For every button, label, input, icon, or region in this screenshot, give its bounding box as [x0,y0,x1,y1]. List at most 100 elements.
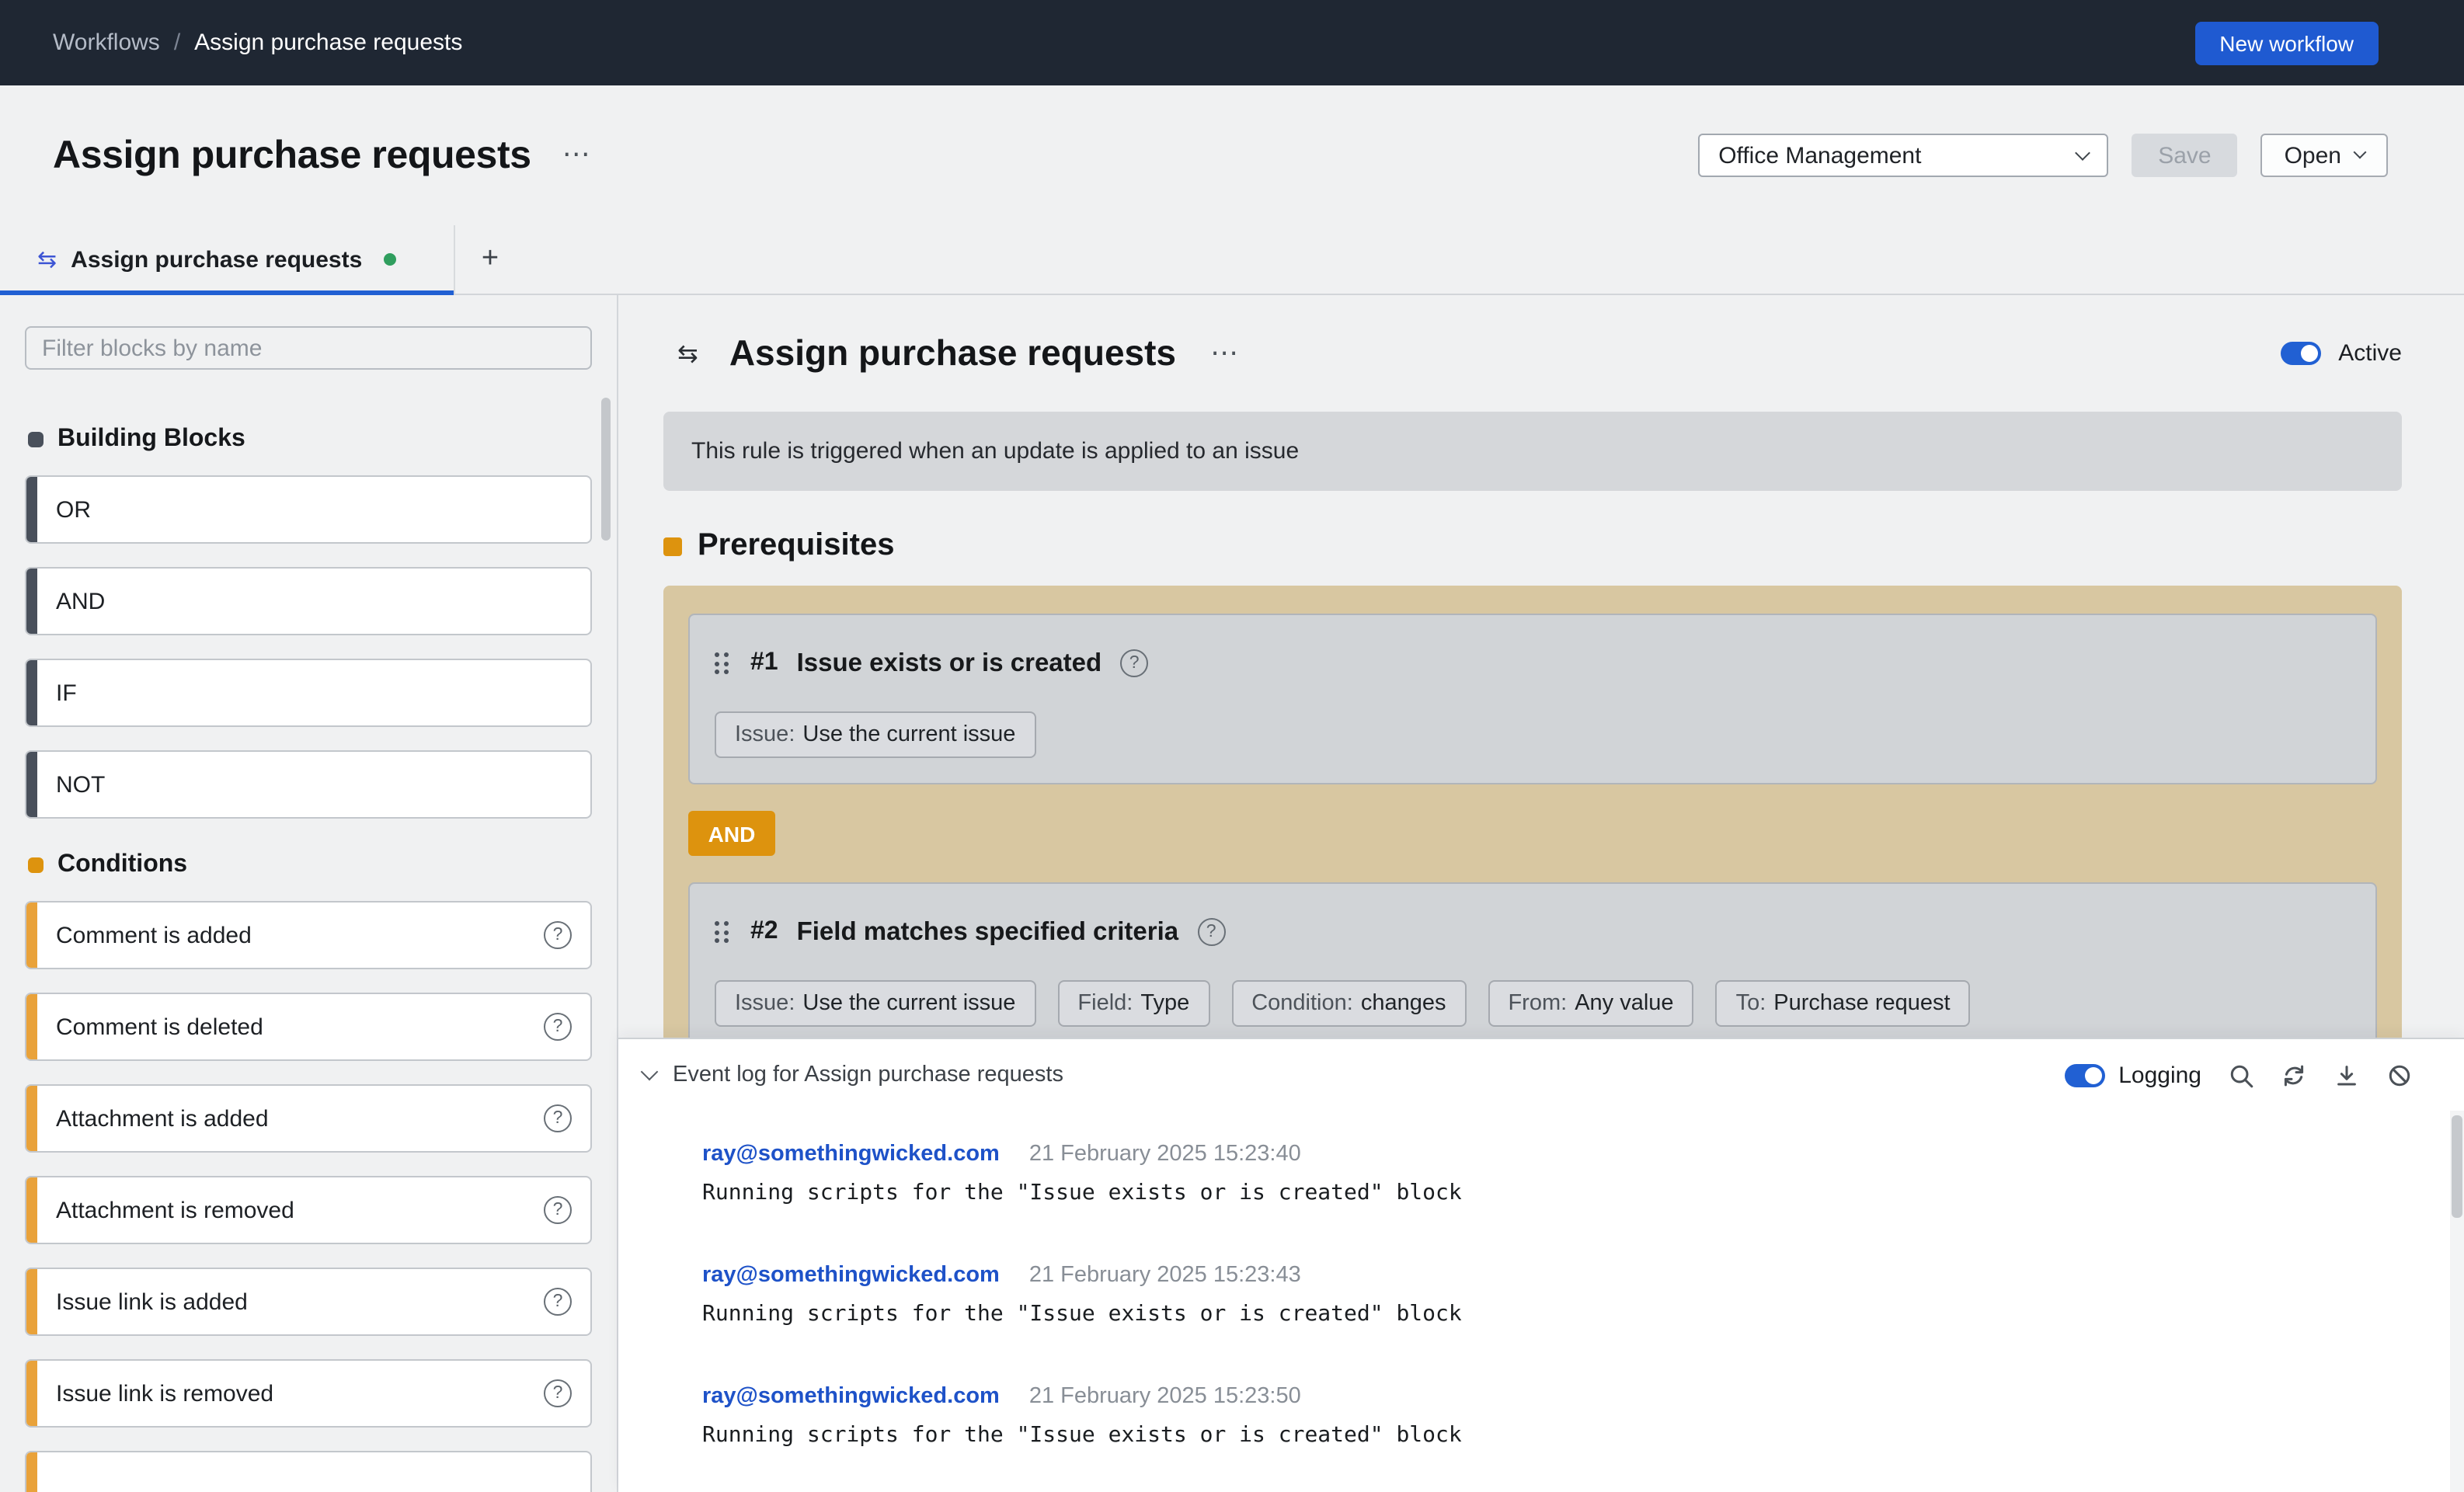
chip-value: Type [1140,991,1189,1016]
and-operator-badge[interactable]: AND [688,811,775,856]
active-toggle[interactable] [2281,342,2321,365]
chip-value: Use the current issue [802,722,1015,747]
rule-title: Issue exists or is created [797,649,1102,678]
user-email-link[interactable]: ray@somethingwicked.com [702,1142,1000,1167]
header-controls: Office Management Save Open [1698,134,2388,177]
log-entry-header: ray@somethingwicked.com 21 February 2025… [702,1263,2464,1288]
clear-log-icon[interactable] [2386,1062,2413,1088]
sidebar-item-comment-is-deleted[interactable]: Comment is deleted ? [25,993,592,1061]
help-icon[interactable]: ? [544,1104,572,1132]
help-icon[interactable]: ? [544,921,572,949]
rule-block-header: #1 Issue exists or is created ? [715,640,2351,687]
sidebar-item-attachment-is-added[interactable]: Attachment is added ? [25,1084,592,1153]
help-icon[interactable]: ? [544,1196,572,1224]
project-select[interactable]: Office Management [1698,134,2108,177]
more-menu-icon[interactable]: ⋯ [562,141,590,169]
event-log-panel: Event log for Assign purchase requests L… [618,1038,2464,1492]
active-status-dot [384,253,396,266]
chip-label: Issue: [735,722,795,747]
chip-value: Use the current issue [802,991,1015,1016]
event-log-scrollbar[interactable] [2450,1111,2464,1492]
open-button-label: Open [2285,142,2341,169]
chip-to[interactable]: To: Purchase request [1716,980,1971,1027]
sidebar-item-or[interactable]: OR [25,475,592,544]
collapse-chevron-icon[interactable] [641,1063,659,1081]
help-icon[interactable]: ? [1197,918,1225,946]
refresh-icon[interactable] [2281,1062,2307,1088]
block-label: Issue link is removed [56,1380,273,1407]
help-icon[interactable]: ? [544,1379,572,1407]
sidebar-item-and[interactable]: AND [25,567,592,635]
page-title: Assign purchase requests [53,133,531,178]
block-label: Comment is deleted [56,1014,263,1040]
building-blocks-bullet-icon [28,432,44,447]
chip-value: changes [1361,991,1446,1016]
user-email-link[interactable]: ray@somethingwicked.com [702,1263,1000,1288]
sidebar-scrollbar[interactable] [601,398,611,541]
event-log-controls: Logging [2064,1062,2413,1088]
block-label: OR [56,496,91,523]
event-log-scrollbar-thumb[interactable] [2452,1115,2462,1218]
swap-icon: ⇆ [677,339,698,368]
drag-handle-icon[interactable] [715,921,729,943]
chip-from[interactable]: From: Any value [1488,980,1693,1027]
chip-label: Field: [1077,991,1133,1016]
open-button[interactable]: Open [2261,134,2388,177]
conditions-bullet-icon [28,857,44,873]
event-log-header: Event log for Assign purchase requests L… [618,1039,2464,1111]
logging-toggle-group: Logging [2064,1062,2201,1088]
help-icon[interactable]: ? [544,1013,572,1041]
logging-toggle-label: Logging [2118,1062,2201,1088]
workflow-title: Assign purchase requests [729,332,1176,374]
rule-block-header: #2 Field matches specified criteria ? [715,909,2351,955]
chip-condition[interactable]: Condition: changes [1231,980,1466,1027]
log-entry: ray@somethingwicked.com 21 February 2025… [702,1142,2464,1205]
trigger-banner: This rule is triggered when an update is… [663,412,2402,491]
block-label: Attachment is removed [56,1197,294,1223]
app-window: Workflows / Assign purchase requests New… [0,0,2464,1492]
download-icon[interactable] [2333,1062,2360,1088]
search-icon[interactable] [2228,1062,2254,1088]
save-button[interactable]: Save [2132,134,2237,177]
rule-block-2[interactable]: #2 Field matches specified criteria ? Is… [688,882,2377,1053]
sidebar-item-comment-is-added[interactable]: Comment is added ? [25,901,592,969]
more-menu-icon[interactable]: ⋯ [1210,339,1238,367]
top-navigation-bar: Workflows / Assign purchase requests New… [0,0,2464,85]
new-workflow-button[interactable]: New workflow [2194,21,2379,64]
sidebar-item-issue-link-is-removed[interactable]: Issue link is removed ? [25,1359,592,1428]
chip-issue[interactable]: Issue: Use the current issue [715,980,1035,1027]
sidebar-item-partial[interactable] [25,1451,592,1492]
log-timestamp: 21 February 2025 15:23:50 [1029,1384,1301,1409]
log-message: Running scripts for the "Issue exists or… [702,1181,2464,1205]
chip-value: Purchase request [1773,991,1950,1016]
logging-toggle[interactable] [2064,1063,2104,1087]
chip-issue[interactable]: Issue: Use the current issue [715,711,1035,758]
help-icon[interactable]: ? [1120,649,1148,677]
rule-block-1[interactable]: #1 Issue exists or is created ? Issue: U… [688,614,2377,784]
add-tab-button[interactable]: + [455,225,525,294]
log-message: Running scripts for the "Issue exists or… [702,1302,2464,1327]
filter-blocks-input[interactable] [25,326,592,370]
tab-label: Assign purchase requests [71,246,362,273]
sidebar-item-issue-link-is-added[interactable]: Issue link is added ? [25,1268,592,1336]
chevron-down-icon [2354,146,2367,159]
breadcrumb-workflows-link[interactable]: Workflows [53,30,160,56]
project-select-value: Office Management [1718,142,1921,169]
rule-title: Field matches specified criteria [797,917,1179,947]
sidebar-item-attachment-is-removed[interactable]: Attachment is removed ? [25,1176,592,1244]
section-title: Conditions [57,851,187,879]
chip-field[interactable]: Field: Type [1057,980,1209,1027]
page-header: Assign purchase requests ⋯ Office Manage… [0,85,2464,225]
help-icon[interactable]: ? [544,1288,572,1316]
chip-label: From: [1508,991,1567,1016]
active-toggle-group: Active [2281,340,2402,367]
sidebar-item-not[interactable]: NOT [25,750,592,819]
prerequisites-header: Prerequisites [663,528,2402,564]
user-email-link[interactable]: ray@somethingwicked.com [702,1384,1000,1409]
breadcrumb-current: Assign purchase requests [194,30,462,56]
tab-assign-purchase-requests[interactable]: ⇆ Assign purchase requests [0,225,455,294]
block-label: AND [56,588,105,614]
content-area: Building Blocks OR AND IF NOT Conditions… [0,295,2464,1492]
drag-handle-icon[interactable] [715,652,729,674]
sidebar-item-if[interactable]: IF [25,659,592,727]
